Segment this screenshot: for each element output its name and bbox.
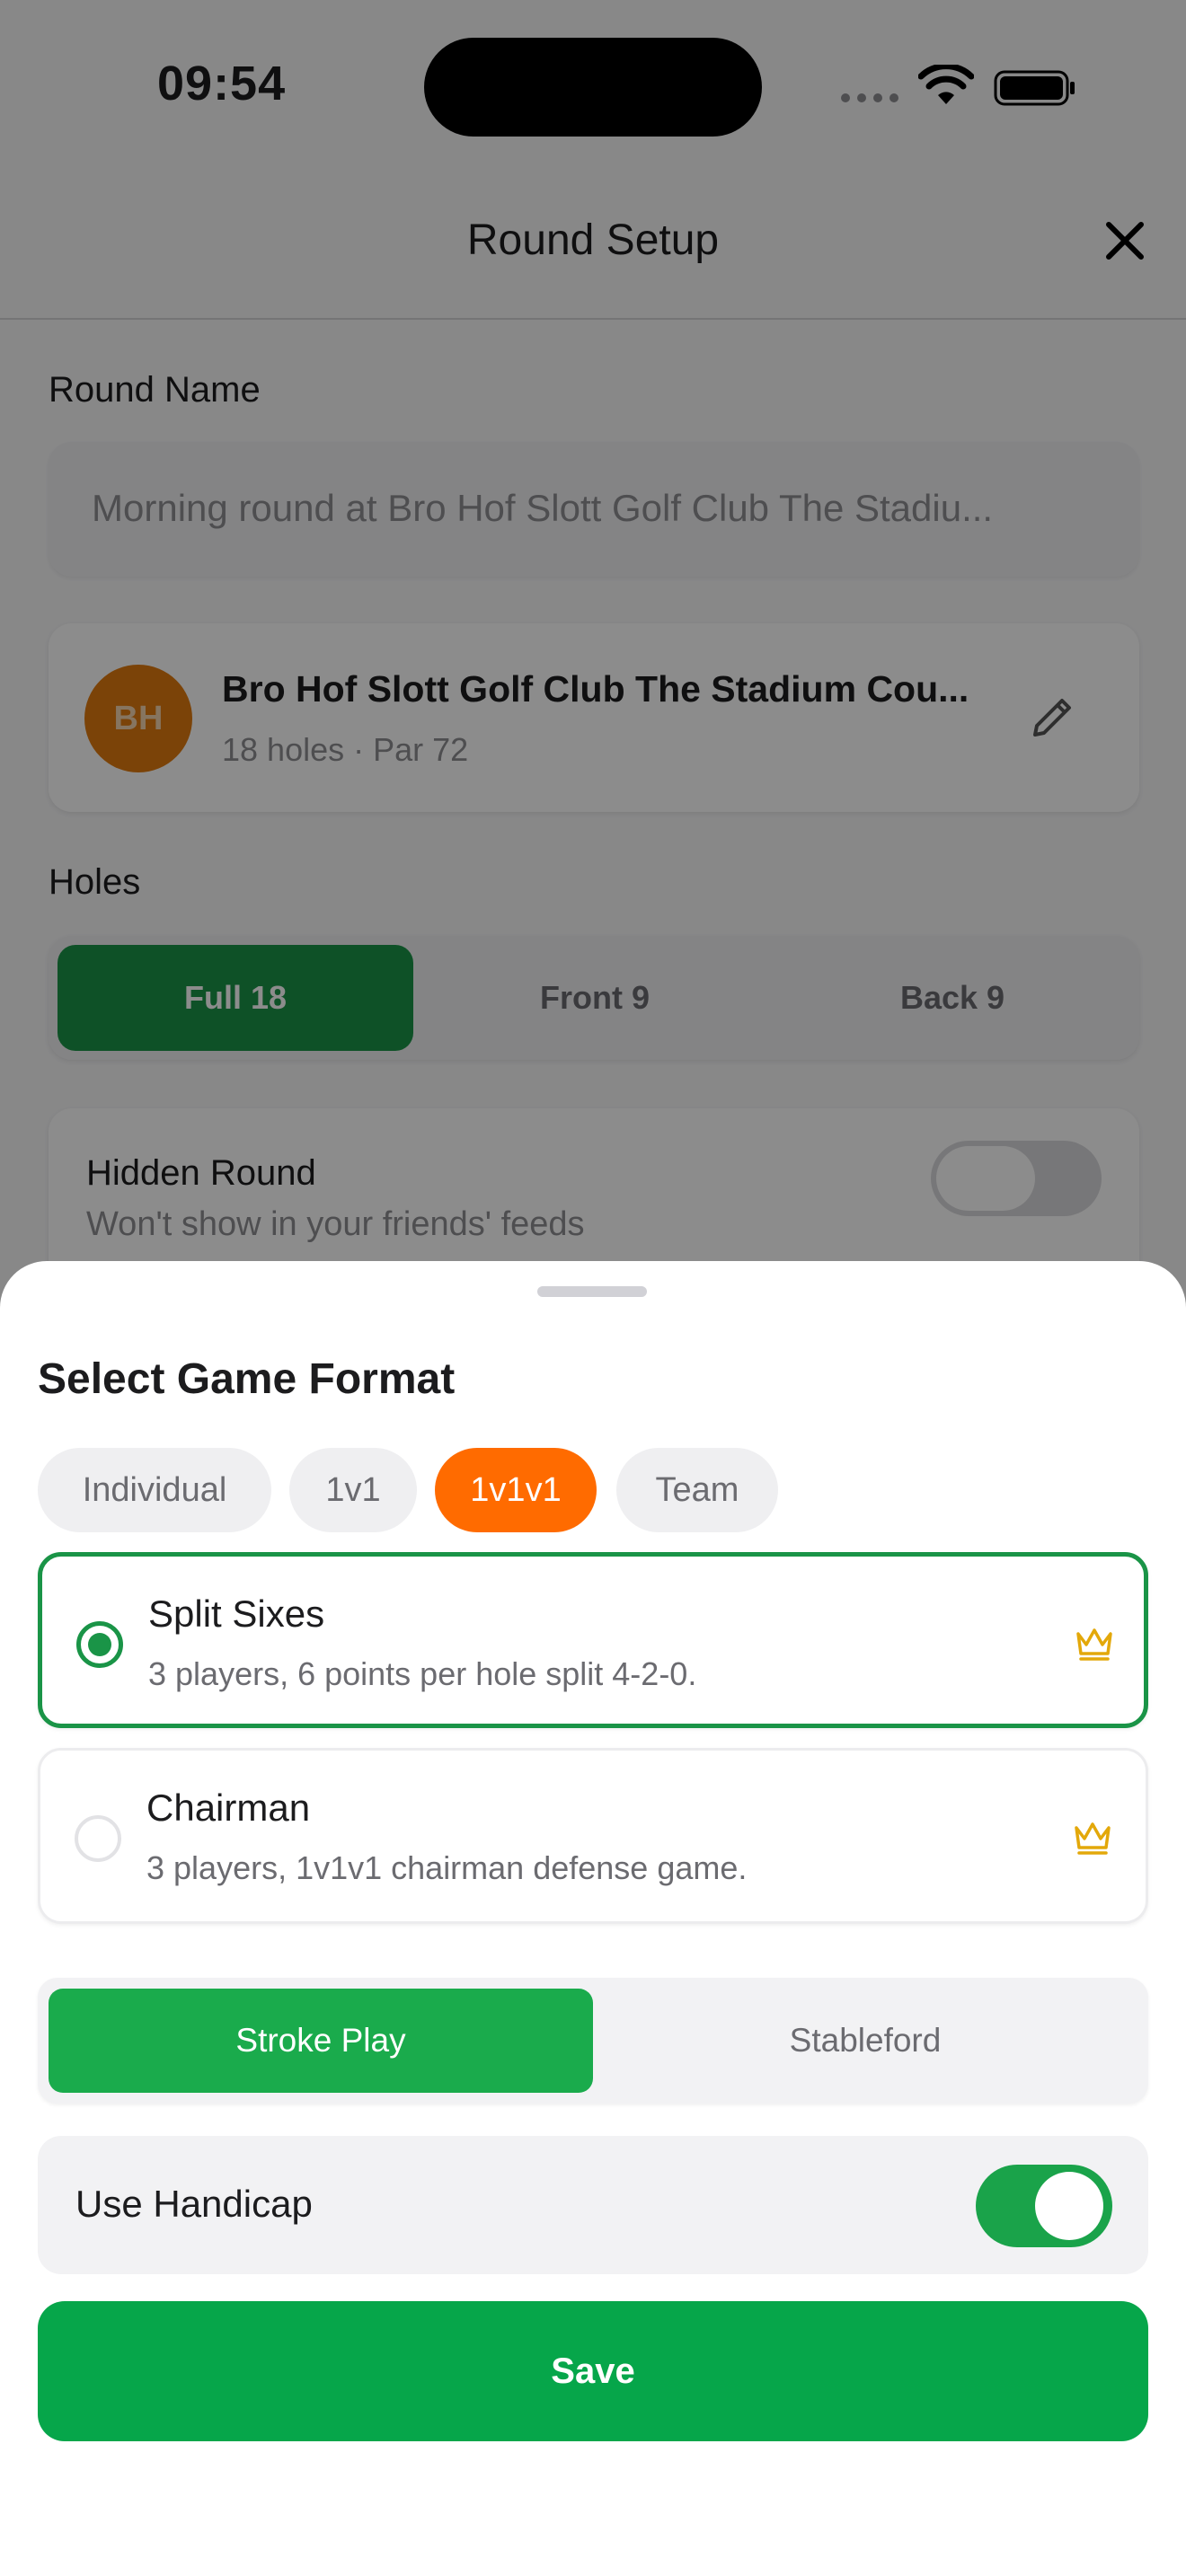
category-chip-team[interactable]: Team: [616, 1448, 778, 1532]
format-option-split-sixes[interactable]: Split Sixes 3 players, 6 points per hole…: [38, 1552, 1148, 1728]
game-format-sheet: Select Game Format Individual 1v1 1v1v1 …: [0, 1261, 1186, 2576]
scoring-segmented-control: Stroke Play Stableford: [38, 1978, 1148, 2104]
radio-unselected-icon: [75, 1815, 121, 1862]
format-title: Split Sixes: [148, 1592, 325, 1635]
format-description: 3 players, 1v1v1 chairman defense game.: [146, 1849, 748, 1886]
scoring-option-stableford[interactable]: Stableford: [593, 1989, 1137, 2093]
sheet-grabber[interactable]: [537, 1286, 647, 1297]
use-handicap-label: Use Handicap: [75, 2183, 313, 2225]
format-description: 3 players, 6 points per hole split 4-2-0…: [148, 1655, 697, 1692]
save-button[interactable]: Save: [38, 2301, 1148, 2441]
format-title: Chairman: [146, 1786, 311, 1829]
category-chip-1v1[interactable]: 1v1: [289, 1448, 417, 1532]
use-handicap-toggle[interactable]: [976, 2165, 1112, 2247]
radio-selected-icon: [76, 1621, 123, 1668]
sheet-title: Select Game Format: [38, 1355, 456, 1403]
crown-icon: [1075, 1822, 1111, 1855]
use-handicap-row: Use Handicap: [38, 2136, 1148, 2274]
scoring-option-stroke-play[interactable]: Stroke Play: [49, 1989, 593, 2093]
format-option-chairman[interactable]: Chairman 3 players, 1v1v1 chairman defen…: [38, 1748, 1148, 1924]
category-chip-individual[interactable]: Individual: [38, 1448, 271, 1532]
category-chip-1v1v1[interactable]: 1v1v1: [435, 1448, 597, 1532]
crown-icon: [1076, 1628, 1112, 1661]
